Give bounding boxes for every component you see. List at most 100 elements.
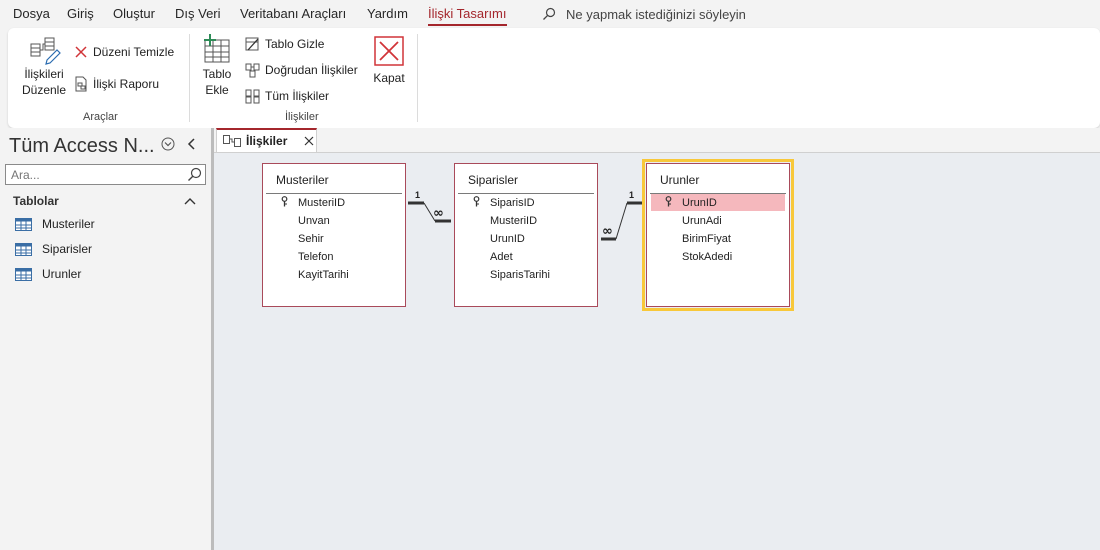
edit-relationships-label-2: Düzenle — [21, 83, 67, 97]
field-name: SiparisTarihi — [490, 268, 550, 281]
menu-bar: Dosya Giriş Oluştur Dış Veri Veritabanı … — [0, 0, 1100, 28]
table-window-musteriler[interactable]: Musteriler MusteriID Unvan Sehir Telefon… — [262, 163, 406, 307]
tell-me-text: Ne yapmak istediğinizi söyleyin — [566, 6, 746, 22]
clear-x-icon — [75, 46, 87, 58]
field-name: Sehir — [298, 232, 324, 245]
add-tables-label-2: Ekle — [205, 83, 229, 97]
field-row[interactable]: Unvan — [267, 212, 401, 229]
field-name: Adet — [490, 250, 513, 263]
hide-table-label: Tablo Gizle — [265, 37, 325, 51]
field-row[interactable]: MusteriID — [267, 194, 401, 211]
relationships-icon — [223, 135, 241, 147]
relationship-report-button[interactable]: İlişki Raporu — [74, 75, 159, 93]
clear-layout-label: Düzeni Temizle — [93, 45, 175, 59]
relationship-line-musteriler-siparisler[interactable] — [408, 201, 451, 223]
primary-key-icon — [281, 196, 288, 207]
relationships-canvas[interactable]: 1 ∞ 1 ∞ Musteriler MusteriID Unvan Sehir… — [214, 152, 1100, 550]
collapse-chevron-icon[interactable] — [187, 138, 197, 150]
field-row[interactable]: Telefon — [267, 248, 401, 265]
field-name: MusteriID — [490, 214, 538, 227]
field-name: UrunID — [490, 232, 525, 245]
table-window-urunler[interactable]: Urunler UrunID UrunAdi BirimFiyat StokAd… — [642, 159, 794, 311]
field-row-selected[interactable]: UrunID — [651, 194, 785, 211]
nav-search-input[interactable] — [11, 166, 181, 183]
all-relationships-label: Tüm İlişkiler — [265, 89, 330, 103]
group-separator — [189, 34, 190, 122]
close-button[interactable]: Kapat — [370, 36, 408, 86]
relationship-report-label: İlişki Raporu — [93, 77, 160, 91]
nav-item-urunler[interactable]: Urunler — [15, 265, 81, 283]
field-row[interactable]: Sehir — [267, 230, 401, 247]
edit-relationships-label-1: İlişkileri — [24, 67, 64, 81]
one-cardinality-label: 1 — [629, 190, 634, 200]
menu-veritabani-araclari[interactable]: Veritabanı Araçları — [240, 6, 346, 21]
nav-item-musteriler[interactable]: Musteriler — [15, 215, 95, 233]
all-relationships-button[interactable]: Tüm İlişkiler — [245, 87, 329, 105]
table-icon — [15, 242, 32, 256]
add-table-icon — [204, 34, 230, 63]
direct-relationships-label: Doğrudan İlişkiler — [265, 63, 358, 77]
search-icon[interactable] — [187, 167, 202, 182]
navigation-pane: Tüm Access N... Tablolar Musteriler Sipa… — [0, 128, 211, 550]
menu-dis-veri[interactable]: Dış Veri — [175, 6, 221, 21]
hide-table-button[interactable]: Tablo Gizle — [245, 35, 324, 53]
ribbon: İlişkileri Düzenle Düzeni Temizle İlişki… — [8, 28, 1100, 128]
field-name: Telefon — [298, 250, 334, 263]
field-row[interactable]: UrunID — [459, 230, 593, 247]
field-name: Unvan — [298, 214, 330, 227]
chevron-up-icon[interactable] — [184, 197, 196, 205]
hide-table-icon — [245, 37, 259, 50]
field-name: UrunAdi — [682, 214, 722, 227]
table-icon — [15, 217, 32, 231]
field-row[interactable]: SiparisID — [459, 194, 593, 211]
search-icon — [543, 7, 556, 20]
edit-relationships-button[interactable]: İlişkileri Düzenle — [20, 34, 68, 98]
many-cardinality-label: ∞ — [602, 224, 613, 239]
menu-yardim[interactable]: Yardım — [367, 6, 408, 21]
field-row[interactable]: UrunAdi — [651, 212, 785, 229]
direct-relationships-icon — [245, 63, 260, 77]
nav-item-siparisler[interactable]: Siparisler — [15, 240, 92, 258]
field-name: SiparisID — [490, 196, 535, 209]
group-label-iliskiler: İlişkiler — [285, 111, 319, 123]
add-tables-label-1: Tablo — [202, 67, 232, 81]
edit-relationships-icon — [30, 37, 61, 65]
menu-dosya[interactable]: Dosya — [13, 6, 50, 21]
close-tab-icon[interactable] — [304, 136, 314, 146]
field-row[interactable]: KayitTarihi — [267, 266, 401, 283]
field-name: BirimFiyat — [682, 232, 731, 245]
tell-me-box[interactable]: Ne yapmak istediğinizi söyleyin — [542, 5, 746, 23]
nav-pane-title[interactable]: Tüm Access N... — [9, 135, 155, 158]
chevron-down-circle-icon[interactable] — [161, 137, 175, 151]
field-name: StokAdedi — [682, 250, 733, 263]
field-row[interactable]: MusteriID — [459, 212, 593, 229]
field-row[interactable]: BirimFiyat — [651, 230, 785, 247]
primary-key-icon — [473, 196, 480, 207]
nav-search-box — [5, 164, 206, 185]
nav-item-label: Urunler — [42, 267, 82, 281]
nav-item-label: Musteriler — [42, 217, 95, 231]
nav-section-tablolar[interactable]: Tablolar — [13, 194, 59, 208]
table-title[interactable]: Urunler — [660, 173, 699, 187]
table-window-siparisler[interactable]: Siparisler SiparisID MusteriID UrunID Ad… — [454, 163, 598, 307]
close-label: Kapat — [373, 71, 405, 85]
menu-olustur[interactable]: Oluştur — [113, 6, 155, 21]
document-tab-strip: İlişkiler — [214, 128, 1100, 152]
close-icon — [374, 36, 404, 66]
primary-key-icon — [665, 196, 672, 207]
many-cardinality-label: ∞ — [433, 206, 444, 221]
menu-giris[interactable]: Giriş — [67, 6, 94, 21]
nav-item-label: Siparisler — [42, 242, 93, 256]
add-tables-button[interactable]: Tablo Ekle — [197, 34, 237, 98]
table-title[interactable]: Musteriler — [276, 173, 329, 187]
menu-iliski-tasarimi[interactable]: İlişki Tasarımı — [428, 6, 507, 26]
field-row[interactable]: Adet — [459, 248, 593, 265]
table-title[interactable]: Siparisler — [468, 173, 518, 187]
direct-relationships-button[interactable]: Doğrudan İlişkiler — [245, 61, 358, 79]
clear-layout-button[interactable]: Düzeni Temizle — [74, 43, 174, 61]
tab-iliskiler[interactable]: İlişkiler — [216, 128, 317, 152]
field-row[interactable]: SiparisTarihi — [459, 266, 593, 283]
group-separator — [417, 34, 418, 122]
field-row[interactable]: StokAdedi — [651, 248, 785, 265]
tab-label: İlişkiler — [246, 134, 288, 148]
